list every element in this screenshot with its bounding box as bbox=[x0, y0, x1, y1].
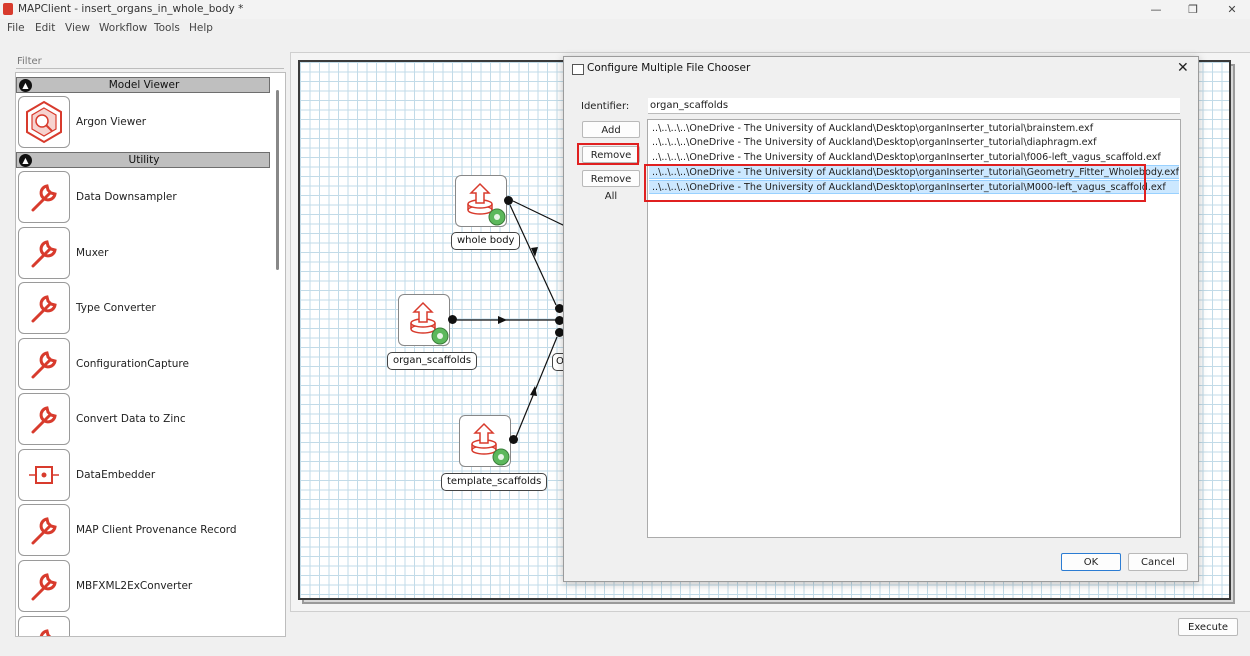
ok-button[interactable]: OK bbox=[1061, 553, 1121, 571]
cancel-button[interactable]: Cancel bbox=[1128, 553, 1188, 571]
remove-all-button[interactable]: Remove All bbox=[582, 170, 640, 202]
dialog-window-icon bbox=[572, 64, 584, 75]
node-label: template_scaffolds bbox=[441, 473, 548, 491]
connection-line[interactable] bbox=[515, 336, 558, 438]
file-chooser-icon bbox=[467, 182, 506, 226]
workflow-node-organ-scaffolds[interactable] bbox=[398, 294, 450, 346]
add-button[interactable]: Add bbox=[582, 121, 640, 138]
workflow-node-template-scaffolds[interactable] bbox=[459, 415, 511, 467]
file-list-item[interactable]: ..\..\..\..\OneDrive - The University of… bbox=[649, 136, 1179, 150]
highlight-remove-button bbox=[577, 143, 639, 165]
identifier-label: Identifier: bbox=[581, 101, 630, 112]
execute-button[interactable]: Execute bbox=[1178, 618, 1238, 636]
output-port[interactable] bbox=[448, 315, 457, 324]
node-label: organ_scaffolds bbox=[387, 352, 478, 370]
connection-line[interactable] bbox=[509, 204, 557, 306]
output-port[interactable] bbox=[504, 196, 513, 205]
dialog-title: Configure Multiple File Chooser bbox=[587, 62, 751, 74]
configure-dialog: Configure Multiple File Chooser ✕ Identi… bbox=[563, 56, 1199, 582]
workflow-node-whole-body[interactable] bbox=[455, 175, 507, 227]
output-port[interactable] bbox=[509, 435, 518, 444]
file-list-item[interactable]: ..\..\..\..\OneDrive - The University of… bbox=[649, 151, 1179, 165]
file-chooser-icon bbox=[410, 301, 449, 345]
file-chooser-icon bbox=[471, 422, 510, 466]
connection-arrow bbox=[498, 316, 507, 324]
highlight-selected-files bbox=[644, 164, 1146, 202]
connection-line[interactable] bbox=[512, 200, 566, 227]
identifier-input[interactable]: organ_scaffolds bbox=[648, 98, 1180, 114]
file-list-item[interactable]: ..\..\..\..\OneDrive - The University of… bbox=[649, 122, 1179, 136]
node-label: whole body bbox=[451, 232, 521, 250]
dialog-close-icon[interactable]: ✕ bbox=[1177, 60, 1189, 76]
